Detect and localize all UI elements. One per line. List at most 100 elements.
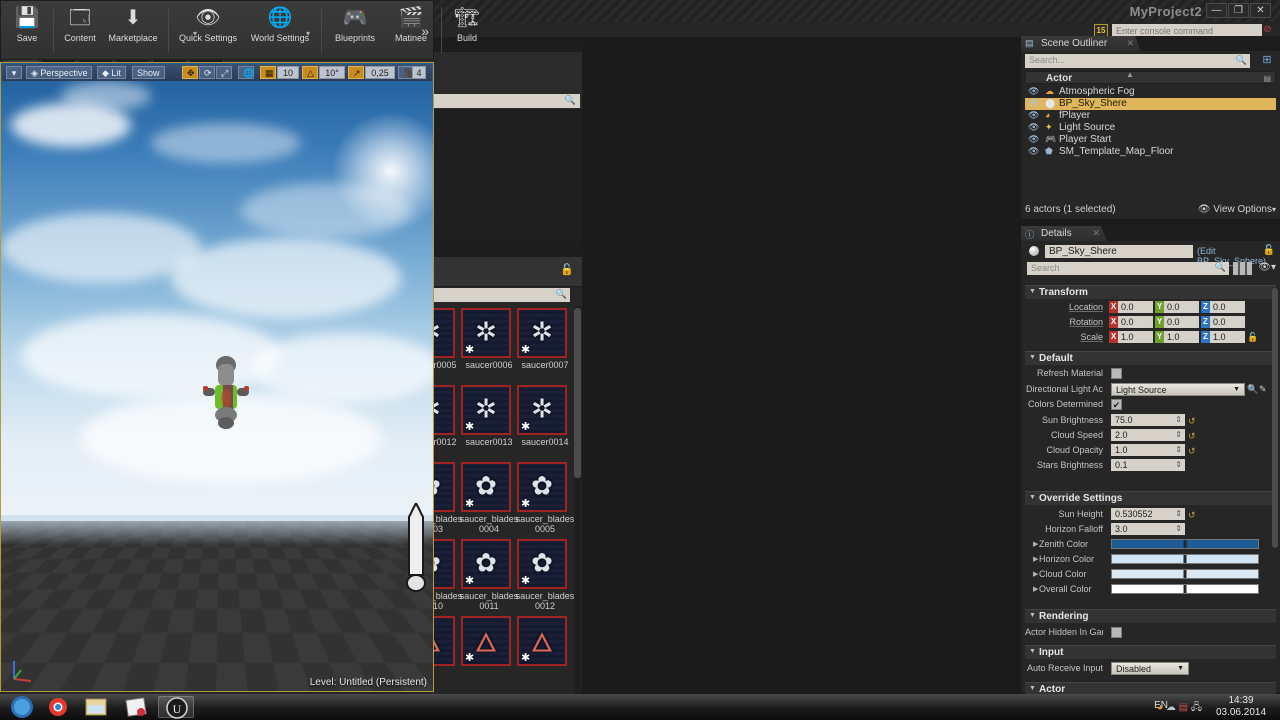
cloud-speed-input[interactable]: 2.0 ⇕ (1111, 429, 1185, 441)
outliner-row-light-source[interactable]: 👁 ✦ Light Source (1025, 122, 1276, 134)
lock-ratio-icon[interactable]: 🔓 (1247, 332, 1258, 343)
lock-icon[interactable]: 🔓 (1263, 245, 1275, 256)
viewport-menu-button[interactable]: ▾ (6, 66, 22, 79)
column-layout-button[interactable] (1233, 262, 1252, 275)
reset-icon[interactable]: ↺ (1188, 446, 1196, 457)
location-y[interactable]: Y 0.0 (1155, 301, 1199, 313)
visibility-eye-icon[interactable]: 👁 (1028, 146, 1039, 157)
section-default[interactable]: ▼ Default (1025, 351, 1276, 365)
browse-icon[interactable]: 🔍 (1247, 384, 1258, 395)
angle-snap-icon[interactable]: △ (302, 66, 318, 79)
tab-details[interactable]: ⓘ Details ✕ (1021, 226, 1107, 241)
directional-light-dropdown[interactable]: Light Source ▼ (1111, 383, 1245, 396)
eyedropper-icon[interactable]: ✎ (1259, 384, 1267, 395)
save-button[interactable]: 💾 Save (7, 5, 47, 43)
sun-height-input[interactable]: 0.530552 ⇕ (1111, 508, 1185, 520)
cloud-opacity-input[interactable]: 1.0 ⇕ (1111, 444, 1185, 456)
cloud-color-swatch[interactable] (1111, 569, 1259, 579)
expander-icon[interactable]: ▶ (1033, 555, 1038, 563)
horizon-color-swatch[interactable] (1111, 554, 1259, 564)
scale-snap-value[interactable]: 0,25 (365, 66, 395, 79)
reset-icon[interactable]: ↺ (1188, 431, 1196, 442)
unreal-icon[interactable]: U (158, 696, 194, 719)
chevron-down-icon[interactable]: ▾ (306, 29, 310, 38)
grid-snap-icon[interactable]: ▦ (260, 66, 276, 79)
reset-rotation-z-icon[interactable]: ↺ (1237, 317, 1245, 328)
start-orb-icon[interactable] (4, 696, 40, 718)
minimize-button[interactable]: — (1206, 3, 1227, 18)
lock-icon[interactable]: 🔓 (560, 263, 574, 276)
outliner-row-bp-sky-shere[interactable]: 👁 ⬤ BP_Sky_Shere (1025, 98, 1276, 110)
outliner-view-options-button[interactable]: 👁 View Options▾ (1198, 204, 1276, 215)
expander-icon[interactable]: ▶ (1033, 570, 1038, 578)
value[interactable]: 0.0 (1118, 301, 1153, 313)
scale-y[interactable]: Y 1.0 (1155, 331, 1199, 343)
paint-icon[interactable] (118, 696, 154, 718)
value[interactable]: 0.0 (1164, 301, 1199, 313)
value[interactable]: 1.0 (1164, 331, 1199, 343)
rotate-gizmo-icon[interactable]: ⟳ (199, 66, 215, 79)
refresh-material-checkbox[interactable] (1111, 368, 1122, 379)
chevron-down-icon[interactable]: ▾ (193, 29, 197, 38)
move-gizmo-icon[interactable]: ✥ (182, 66, 198, 79)
overall-color-swatch[interactable] (1111, 584, 1259, 594)
spinner-icon[interactable]: ⇕ (1175, 509, 1182, 518)
location-x[interactable]: X 0.0 (1109, 301, 1153, 313)
sun-brightness-input[interactable]: 75.0 ⇕ (1111, 414, 1185, 426)
expander-icon[interactable]: ▶ (1033, 540, 1038, 548)
zenith-color-swatch[interactable] (1111, 539, 1259, 549)
scale-gizmo-icon[interactable]: ⤢ (216, 66, 232, 79)
cloud-tray-icon[interactable]: ☁ (1166, 702, 1176, 713)
camera-mode-button[interactable]: ◈ Perspective (26, 66, 93, 79)
content-button[interactable]: 🗔 Content (59, 5, 101, 43)
section-input[interactable]: ▼ Input (1025, 645, 1276, 659)
outliner-row-fplayer[interactable]: 👁 ◕ fPlayer (1025, 110, 1276, 122)
colors-determined-checkbox[interactable]: ✔ (1111, 399, 1122, 410)
tab-scene-outliner[interactable]: ▤ Scene Outliner ✕ (1021, 36, 1141, 51)
maximize-button[interactable]: ❐ (1228, 3, 1249, 18)
reset-icon[interactable]: ↺ (1188, 416, 1196, 427)
scale-z[interactable]: Z 1.0 (1201, 331, 1245, 343)
build-button[interactable]: 🏗 Build (447, 5, 487, 43)
close-window-button[interactable]: ✕ (1250, 3, 1271, 18)
grid-snap-value[interactable]: 10 (277, 66, 299, 79)
actor-hidden-checkbox[interactable] (1111, 627, 1122, 638)
visibility-eye-icon[interactable]: 👁 (1028, 134, 1039, 145)
marketplace-button[interactable]: ⬇ Marketplace (103, 5, 163, 43)
actor-name-input[interactable]: BP_Sky_Shere (1045, 245, 1193, 258)
visibility-eye-icon[interactable]: 👁 (1028, 110, 1039, 121)
outliner-column-header[interactable]: Actor ▲ ▤ (1025, 70, 1276, 84)
reset-rotation-x-icon[interactable]: ↺ (1145, 317, 1153, 328)
add-actor-icon[interactable]: ⊞ (1259, 54, 1275, 68)
spinner-icon[interactable]: ⇕ (1175, 415, 1182, 424)
spinner-icon[interactable]: ⇕ (1175, 445, 1182, 454)
chrome-tray-icon[interactable]: ◕ (1157, 702, 1163, 713)
outliner-row-sm-template-map-floor[interactable]: 👁 ⬟ SM_Template_Map_Floor (1025, 146, 1276, 158)
angle-snap-value[interactable]: 10° (319, 66, 345, 79)
value[interactable]: 1.0 (1118, 331, 1153, 343)
section-rendering[interactable]: ▼ Rendering (1025, 609, 1276, 623)
visibility-eye-icon[interactable]: 👁 (1028, 86, 1039, 97)
clock[interactable]: 14:39 03.06.2014 (1208, 695, 1274, 719)
camera-speed-value[interactable]: 4 (412, 66, 426, 79)
reset-icon[interactable]: ↺ (1188, 510, 1196, 521)
value[interactable]: 0.0 (1210, 301, 1245, 313)
visibility-eye-icon[interactable]: 👁 (1028, 98, 1039, 109)
scale-x[interactable]: X 1.0 (1109, 331, 1153, 343)
blueprints-button[interactable]: 🎮 Blueprints (327, 5, 383, 43)
expander-icon[interactable]: ▶ (1033, 585, 1038, 593)
close-icon[interactable]: ✕ (1126, 38, 1134, 49)
outliner-row-atmospheric-fog[interactable]: 👁 ☁ Atmospheric Fog (1025, 86, 1276, 98)
outliner-row-player-start[interactable]: 👁 🎮 Player Start (1025, 134, 1276, 146)
stars-brightness-input[interactable]: 0.1 ⇕ (1111, 459, 1185, 471)
asset-grid-scrollbar-thumb[interactable] (574, 308, 581, 478)
level-viewport[interactable]: ▾ ◈ Perspective ◆ Lit Show ✥ ⟳ ⤢ 🌐 ▦ 10 … (0, 62, 434, 692)
details-scrollbar-thumb[interactable] (1272, 288, 1278, 548)
section-transform[interactable]: ▼ Transform (1025, 285, 1276, 299)
section-override-settings[interactable]: ▼ Override Settings (1025, 491, 1276, 505)
shading-mode-button[interactable]: ◆ Lit (97, 66, 126, 79)
toolbar-overflow-button[interactable]: » (421, 23, 429, 39)
visibility-eye-icon[interactable]: 👁 (1028, 122, 1039, 133)
column-filter-icon[interactable]: ▤ (1263, 74, 1271, 83)
details-search-input[interactable]: Search 🔍 (1027, 262, 1229, 275)
